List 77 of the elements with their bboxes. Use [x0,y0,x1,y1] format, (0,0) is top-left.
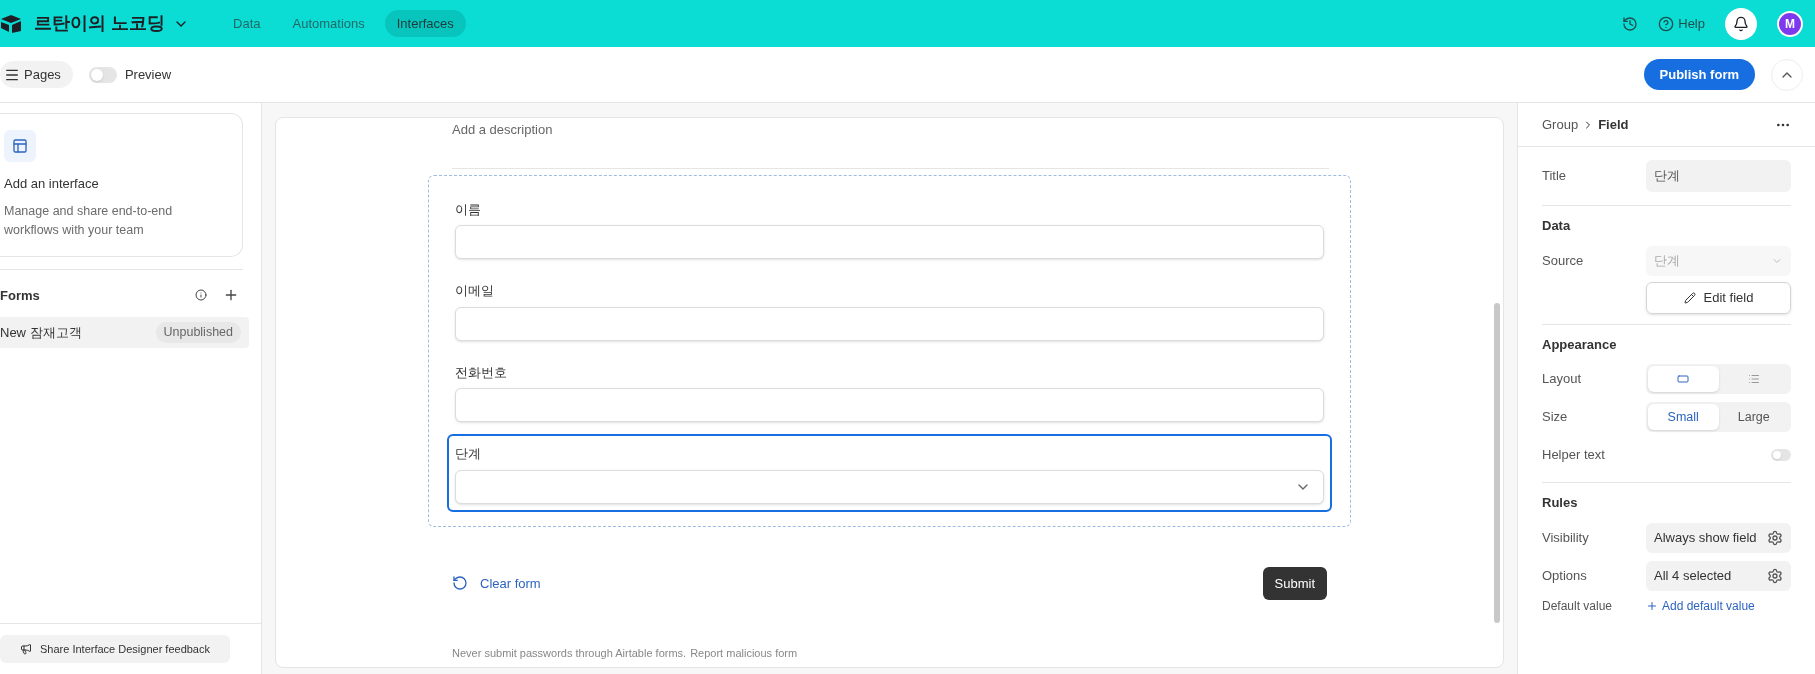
megaphone-icon [20,642,32,655]
size-option[interactable]: Small [1648,404,1719,430]
field-label: 단계 [455,445,482,463]
property-label: Layout [1542,370,1583,389]
property-label: Visibility [1542,528,1590,547]
section-heading: Forms [0,286,40,305]
add-default-button[interactable]: Add default value [1646,596,1755,615]
rule-setting[interactable]: All 4 selected [1646,560,1791,591]
pencil-icon [1683,291,1696,304]
text-input-field[interactable] [455,306,1324,341]
form-field[interactable]: 전화번호 [447,352,1332,430]
property-label: Title [1542,167,1568,186]
breadcrumb-parent[interactable]: Group [1542,114,1579,135]
property-label: Options [1542,566,1588,585]
clear-form-button[interactable]: Clear form [452,573,541,593]
base-name: 르탄이의 노코딩 [34,12,165,35]
publish-button[interactable]: Publish form [1643,58,1755,91]
property-label: Helper text [1542,446,1606,465]
add-interface-card[interactable]: Add an interface Manage and share end-to-end workflows with your team [0,113,243,257]
nav-tab[interactable]: Data [221,9,273,38]
submit-button[interactable]: Submit [1262,566,1327,600]
reset-icon [452,575,468,592]
bell-icon [1733,15,1749,32]
text-input-field[interactable] [455,225,1324,259]
help-button[interactable]: Help [1658,13,1705,34]
logo-icon[interactable] [0,13,22,34]
source-value: 단계 [1654,251,1681,270]
help-icon [1658,15,1675,32]
breadcrumb-current: Field [1598,115,1629,134]
property-label: Default value [1542,597,1614,615]
layout-icon [12,138,28,154]
section-heading: Data [1542,217,1572,235]
promo-title: Add an interface [4,175,100,193]
scrollbar[interactable] [1494,303,1500,623]
feedback-button[interactable]: Share Interface Designer feedback [0,634,230,663]
section-heading: Appearance [1542,335,1618,354]
text-input-field[interactable] [455,388,1324,422]
select-field[interactable] [455,469,1324,504]
title-field[interactable]: 단계 [1646,160,1791,192]
form-list-item[interactable]: New 잠재고객 Unpublished [0,317,249,348]
info-icon[interactable] [195,289,207,302]
field-label: 이메일 [455,282,495,300]
promo-text: Manage and share end-to-end workflows with your team [4,202,174,239]
nav-tab[interactable]: Interfaces [384,9,466,38]
add-icon [1646,599,1658,612]
list-icon [1747,373,1760,385]
settings-icon [1767,567,1783,584]
form-field[interactable]: 이름 [447,189,1332,267]
avatar[interactable]: M [1777,10,1803,37]
section-heading: Rules [1542,494,1579,512]
property-label: Size [1542,408,1569,427]
nav-tab[interactable]: Automations [280,9,377,38]
rule-value: All 4 selected [1654,566,1733,585]
toggle-switch[interactable] [1771,449,1791,461]
history-icon[interactable] [1622,15,1639,32]
status-badge: Unpublished [155,322,241,343]
field-label: 전화번호 [455,363,508,382]
preview-label: Preview [124,65,172,84]
field-label: 이름 [455,200,482,219]
description-placeholder[interactable]: Add a description [452,120,1329,169]
form-name: New 잠재고객 [0,323,82,342]
footer-note: Never submit passwords through Airtable forms. [452,645,687,661]
rule-setting[interactable]: Always show field [1646,522,1791,553]
form-field[interactable]: 이메일 [447,271,1332,349]
field-group[interactable]: 이름 이메일 전화번호 단계 [428,174,1351,527]
notification-button[interactable] [1725,7,1757,40]
layout-option[interactable] [1648,366,1719,392]
form-field[interactable]: 단계 [447,434,1332,512]
report-link[interactable]: Report malicious form [690,644,798,661]
toggle-switch[interactable] [88,66,117,83]
property-label: Source [1542,251,1585,270]
rule-value: Always show field [1654,528,1758,547]
size-option[interactable]: Large [1718,404,1789,430]
pages-button[interactable]: Pages [0,60,73,89]
dropdown-icon [1677,373,1690,385]
edit-field-button[interactable]: Edit field [1646,281,1791,314]
settings-icon [1767,529,1783,546]
